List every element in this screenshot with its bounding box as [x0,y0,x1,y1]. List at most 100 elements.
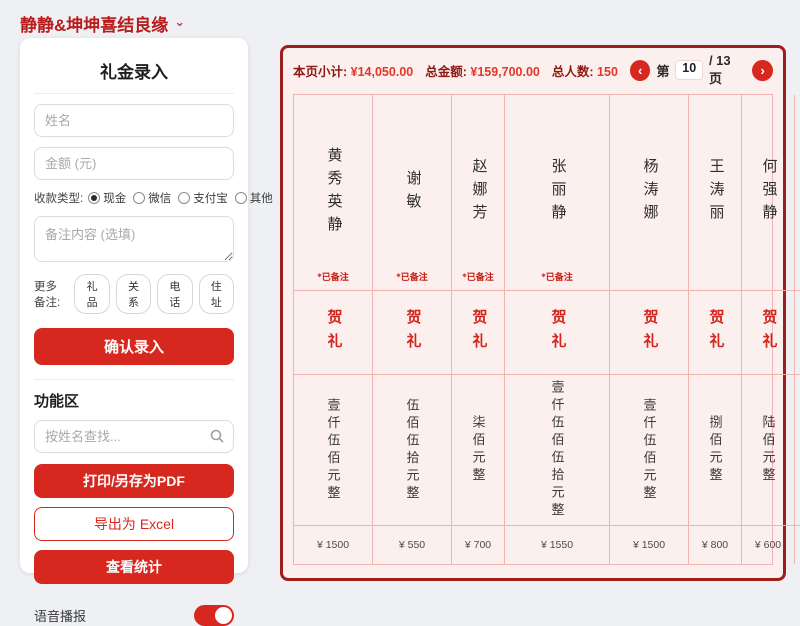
grand-total: 总金额: ¥159,700.00 [425,61,540,80]
page-subtotal: 本页小计: ¥14,050.00 [293,61,413,80]
search-input[interactable] [34,420,234,453]
amount-numeric: ¥ 700 [464,539,492,551]
amount-cn-cell: 壹仟伍佰元整 [610,375,688,526]
page-number-box[interactable]: 10 [675,60,703,80]
gift-label-cell: 贺礼 [742,291,794,375]
guest-name-cell: 谢敏 *已备注 [373,95,451,291]
gift-label-cell: 贺礼 [294,291,372,375]
amount-chinese: 壹仟伍佰元整 [325,397,341,503]
guest-name-cell: 张丽静 *已备注 [505,95,609,291]
radio-other[interactable]: 其他 [234,190,273,206]
guest-name-cell: 何强静 [742,95,794,291]
view-stats-button[interactable]: 查看统计 [34,550,234,584]
radio-icon [234,192,247,204]
print-pdf-button[interactable]: 打印/另存为PDF [34,464,234,498]
tag-address-button[interactable]: 住址 [198,274,234,314]
radio-alipay[interactable]: 支付宝 [178,190,228,206]
name-input[interactable] [34,104,234,137]
more-notes-label: 更多备注: [34,281,61,309]
amount-cn-cell: 壹仟伍佰元整 [294,375,372,526]
gift-label: 贺礼 [325,308,342,357]
form-title: 礼金录入 [100,63,168,82]
amount-numeric-cell: ¥ 700 [452,526,504,564]
prev-page-button[interactable]: ‹ [629,59,651,81]
amount-numeric: ¥ 1550 [540,539,574,551]
tag-phone-button[interactable]: 电话 [157,274,193,314]
amount-chinese: 伍佰伍拾元整 [404,397,420,503]
guest-name-cell: 杨涛娜 [610,95,688,291]
radio-cash[interactable]: 现金 [88,190,126,206]
ledger-column[interactable]: 赵娜芳 *已备注贺礼柒佰元整 ¥ 700 [452,95,505,564]
amount-cn-cell: 陆佰元整 [742,375,794,526]
gift-label: 贺礼 [760,308,777,357]
amount-input[interactable] [34,147,234,180]
gift-label: 贺礼 [641,308,658,357]
voice-broadcast-row: 语音播报 [34,593,234,626]
radio-wechat-label: 微信 [148,193,172,205]
gift-label-cell: 贺礼 [505,291,609,375]
payment-type-group: 收款类型: 现金 微信 支付宝 其他 [34,190,273,206]
divider [34,379,234,380]
radio-other-label: 其他 [249,193,273,205]
guest-count-value: 150 [597,64,618,79]
ledger-column[interactable]: 杨涛娜贺礼壹仟伍佰元整 ¥ 1500 [610,95,689,564]
search-field [34,420,234,453]
toggle-knob [215,607,232,624]
amount-numeric-cell: ¥ 1550 [505,526,609,564]
amount-chinese: 捌佰元整 [707,415,723,485]
next-page-button[interactable]: › [752,59,773,81]
ledger-column[interactable]: 王涛丽贺礼捌佰元整 ¥ 800 [689,95,742,564]
noted-badge: *已备注 [396,272,428,282]
radio-cash-label: 现金 [103,193,127,205]
payment-type-label: 收款类型: [34,193,84,205]
amount-cn-cell: 柒佰元整 [452,375,504,526]
guest-name: 张丽静 [549,158,566,227]
noted-badge: *已备注 [541,272,573,282]
gift-label-cell: 贺礼 [373,291,451,375]
ledger-column[interactable]: 张丽静 *已备注 贺礼 壹仟伍佰伍拾元整 ¥ 1550 [505,95,610,564]
amount-numeric-cell: ¥ 550 [373,526,451,564]
ledger-column[interactable]: 何强静贺礼陆佰元整 ¥ 600 [742,95,795,564]
amount-chinese: 壹仟伍佰元整 [641,397,657,503]
guest-name: 黄秀英静 [325,146,342,239]
amount-cn-cell: 壹仟柒佰伍拾元整 [795,375,800,526]
grand-total-value: ¥159,700.00 [470,64,540,79]
guest-name-cell: 赵娜芳 *已备注 [452,95,504,291]
noted-badge: *已备注 [317,272,349,282]
pagination: ‹ 第 10 / 13 页 › [629,53,773,87]
ledger-column[interactable]: 谢敏 *已备注贺礼伍佰伍拾元整 ¥ 550 [373,95,452,564]
export-excel-button[interactable]: 导出为 Excel [34,507,234,541]
ledger-column[interactable]: 黄秀英静 *已备注 贺礼 壹仟伍佰元整 ¥ 1500 [294,95,373,564]
tag-relation-button[interactable]: 关系 [115,274,152,314]
gift-label: 贺礼 [470,308,487,357]
guest-name: 赵娜芳 [470,158,487,227]
amount-numeric: ¥ 550 [398,539,426,551]
radio-wechat[interactable]: 微信 [133,190,171,206]
amount-numeric: ¥ 600 [754,539,782,551]
gift-label: 贺礼 [404,308,421,357]
guest-name-cell: 黄秀英静 *已备注 [294,95,372,291]
gift-label: 贺礼 [707,308,724,357]
ledger-header: 本页小计: ¥14,050.00 总金额: ¥159,700.00 总人数: 1… [293,53,773,86]
amount-numeric-cell: ¥ 800 [689,526,741,564]
app-title[interactable]: 静静&坤坤喜结良缘 ⌄ [20,11,185,36]
amount-cn-cell: 伍佰伍拾元整 [373,375,451,526]
page-suffix: / 13 页 [708,53,731,86]
function-area-title: 功能区 [34,393,80,410]
amount-numeric: ¥ 800 [701,539,729,551]
voice-broadcast-toggle[interactable] [194,605,234,626]
notes-textarea[interactable] [34,216,234,262]
guest-name-cell: 高静 [795,95,800,291]
radio-icon [88,192,101,204]
ledger-panel: 本页小计: ¥14,050.00 总金额: ¥159,700.00 总人数: 1… [280,45,800,581]
guest-name-cell: 王涛丽 [689,95,741,291]
tag-gift-button[interactable]: 礼品 [74,274,110,314]
page-prefix: 第 [656,63,670,79]
chevron-down-icon: ⌄ [174,13,186,29]
ledger-column[interactable]: 高静贺礼壹仟柒佰伍拾元整¥ 1750 [795,95,800,564]
amount-cn-cell: 捌佰元整 [689,375,741,526]
confirm-entry-button[interactable]: 确认录入 [34,328,234,365]
radio-icon [133,192,146,204]
radio-alipay-label: 支付宝 [193,193,228,205]
amount-numeric: ¥ 1500 [632,539,666,551]
